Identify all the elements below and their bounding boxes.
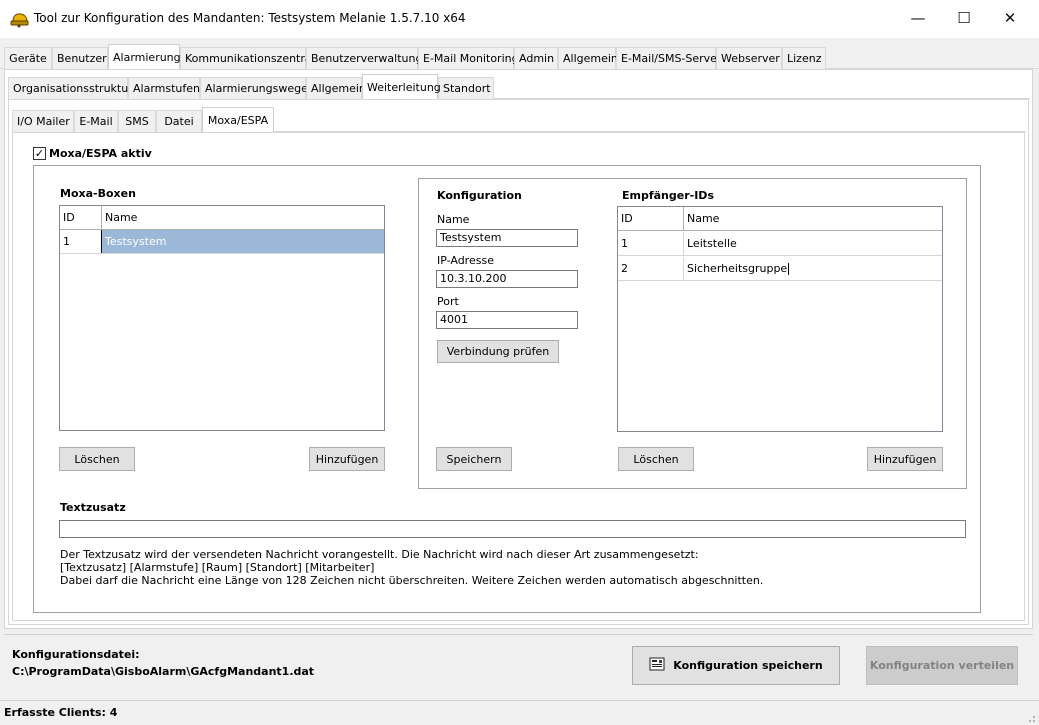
- app-bell-icon: [10, 10, 30, 28]
- tab-allgemein[interactable]: Allgemein: [558, 47, 618, 69]
- save-button[interactable]: Speichern: [436, 447, 512, 471]
- ip-label: IP-Adresse: [437, 254, 494, 267]
- tab-alarmstufen[interactable]: Alarmstufen: [128, 77, 200, 99]
- port-label: Port: [437, 295, 459, 308]
- tab-benutzerverwaltung[interactable]: Benutzerverwaltung: [306, 47, 422, 69]
- recipient-add-button[interactable]: Hinzufügen: [867, 447, 943, 471]
- save-config-icon: [649, 657, 665, 674]
- cell-id: 1: [60, 230, 102, 253]
- title-bar: Tool zur Konfiguration des Mandanten: Te…: [0, 0, 1039, 38]
- moxa-active-label: Moxa/ESPA aktiv: [49, 147, 152, 160]
- third-tab-strip: I/O Mailer E-Mail SMS Datei Moxa/ESPA: [12, 107, 1026, 132]
- tab-webserver[interactable]: Webserver: [716, 47, 782, 69]
- check-connection-button[interactable]: Verbindung prüfen: [437, 340, 559, 363]
- textzusatz-info-1: Der Textzusatz wird der versendeten Nach…: [60, 548, 699, 561]
- tab-lizenz[interactable]: Lizenz: [782, 47, 826, 69]
- maximize-button[interactable]: ☐: [941, 0, 987, 36]
- textzusatz-input[interactable]: [59, 520, 966, 538]
- column-header-id[interactable]: ID: [618, 207, 684, 230]
- save-config-button[interactable]: Konfiguration speichern: [632, 646, 840, 685]
- moxa-boxes-grid[interactable]: ID Name 1 Testsystem: [59, 205, 385, 431]
- save-config-label: Konfiguration speichern: [673, 659, 823, 672]
- grid-header: ID Name: [618, 207, 942, 231]
- tab-geraete[interactable]: Geräte: [4, 47, 52, 69]
- table-row[interactable]: 1 Testsystem: [60, 230, 384, 254]
- tab-benutzer[interactable]: Benutzer: [52, 47, 108, 69]
- recipients-grid[interactable]: ID Name 1 Leitstelle 2 Sicherheitsgruppe: [617, 206, 943, 432]
- cell-id: 2: [618, 257, 684, 280]
- main-tab-strip: Geräte Benutzer Alarmierung Kommunikatio…: [0, 44, 1039, 69]
- moxa-add-button[interactable]: Hinzufügen: [309, 447, 385, 471]
- column-header-name[interactable]: Name: [102, 206, 384, 229]
- moxa-boxes-title: Moxa-Boxen: [60, 187, 136, 200]
- table-row[interactable]: 1 Leitstelle: [618, 232, 942, 256]
- recipient-delete-button[interactable]: Löschen: [618, 447, 694, 471]
- cell-edit-text: Sicherheitsgruppe: [687, 262, 788, 275]
- column-header-name[interactable]: Name: [684, 207, 942, 230]
- name-label: Name: [437, 213, 470, 226]
- table-row[interactable]: 2 Sicherheitsgruppe: [618, 257, 942, 281]
- checkmark-icon: ✓: [34, 147, 45, 160]
- config-file-path: C:\ProgramData\GisboAlarm\GAcfgMandant1.…: [12, 665, 315, 678]
- tab-email-sms-server[interactable]: E-Mail/SMS-Server: [616, 47, 721, 69]
- tab-alarmierungswege[interactable]: Alarmierungswege: [200, 77, 308, 99]
- tab-kommunikationszentrale[interactable]: Kommunikationszentrale: [180, 47, 321, 69]
- tab-email[interactable]: E-Mail: [74, 110, 118, 132]
- clients-status: Erfasste Clients: 4: [4, 706, 118, 719]
- tab-standort[interactable]: Standort: [438, 77, 494, 99]
- tab-io-mailer[interactable]: I/O Mailer: [12, 110, 74, 132]
- cell-name: Testsystem: [102, 230, 384, 253]
- textzusatz-info-2: [Textzusatz] [Alarmstufe] [Raum] [Stando…: [60, 561, 375, 574]
- tab-admin[interactable]: Admin: [514, 47, 558, 69]
- minimize-button[interactable]: —: [895, 0, 941, 36]
- column-header-id[interactable]: ID: [60, 206, 102, 229]
- text-caret: [788, 263, 790, 275]
- config-title: Konfiguration: [437, 189, 522, 202]
- tab-email-monitoring[interactable]: E-Mail Monitoring: [418, 47, 519, 69]
- footer-divider: [4, 634, 1033, 635]
- textzusatz-info-3: Dabei darf die Nachricht eine Länge von …: [60, 574, 764, 587]
- sub-tab-strip: Organisationsstruktur Alarmstufen Alarmi…: [8, 74, 1030, 99]
- window-title: Tool zur Konfiguration des Mandanten: Te…: [34, 11, 466, 25]
- close-button[interactable]: ✕: [987, 0, 1033, 36]
- moxa-active-checkbox[interactable]: ✓: [33, 147, 46, 160]
- name-input[interactable]: Testsystem: [436, 229, 578, 247]
- cell-name: Leitstelle: [687, 237, 737, 250]
- tab-organisationsstruktur[interactable]: Organisationsstruktur: [8, 77, 133, 99]
- port-input[interactable]: 4001: [436, 311, 578, 329]
- moxa-delete-button[interactable]: Löschen: [59, 447, 135, 471]
- cell-id: 1: [618, 232, 684, 255]
- status-bar: Erfasste Clients: 4: [0, 700, 1039, 725]
- tab-sms[interactable]: SMS: [118, 110, 156, 132]
- recipients-title: Empfänger-IDs: [622, 189, 714, 202]
- grid-header: ID Name: [60, 206, 384, 230]
- tab-datei[interactable]: Datei: [156, 110, 202, 132]
- config-file-label: Konfigurationsdatei:: [12, 648, 140, 661]
- tab-moxa-espa[interactable]: Moxa/ESPA: [202, 107, 274, 132]
- cell-name-editing[interactable]: Sicherheitsgruppe: [684, 257, 942, 280]
- tab-allgemein-sub[interactable]: Allgemein: [306, 77, 366, 99]
- tab-alarmierung[interactable]: Alarmierung: [108, 44, 181, 69]
- distribute-config-button[interactable]: Konfiguration verteilen: [866, 646, 1018, 685]
- resize-grip-icon[interactable]: [1024, 711, 1036, 723]
- textzusatz-title: Textzusatz: [60, 501, 126, 514]
- tab-weiterleitung[interactable]: Weiterleitung: [362, 74, 441, 99]
- ip-input[interactable]: 10.3.10.200: [436, 270, 578, 288]
